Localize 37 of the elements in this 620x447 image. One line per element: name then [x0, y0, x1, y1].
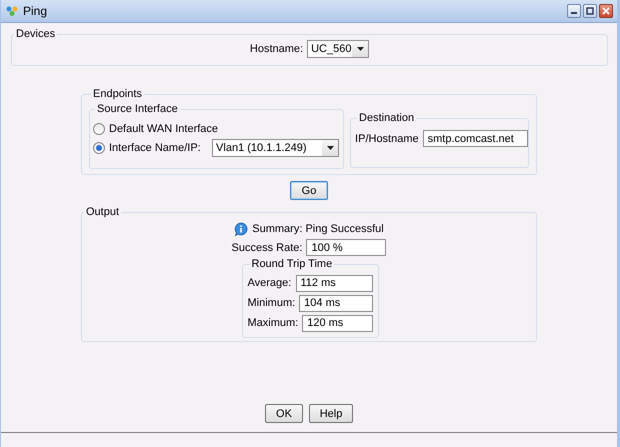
- field-label: Average:: [248, 277, 292, 289]
- field-label: Success Rate:: [232, 242, 302, 254]
- info-icon: [234, 222, 248, 236]
- minimize-button[interactable]: [567, 4, 581, 18]
- summary-text: Summary: Ping Successful: [252, 223, 384, 235]
- dialog-button[interactable]: Help: [309, 404, 353, 423]
- success-rate-field[interactable]: 100 %: [306, 239, 386, 256]
- radio-button[interactable]: [93, 122, 105, 134]
- panel-title: Source Interface: [96, 103, 179, 115]
- close-button[interactable]: [599, 4, 613, 18]
- dialog-button[interactable]: OK: [265, 404, 303, 423]
- field-label: IP/Hostname: [355, 132, 419, 144]
- radio-button[interactable]: [93, 142, 105, 154]
- panel-title: Destination: [358, 112, 416, 124]
- time-field[interactable]: 112 ms: [296, 274, 372, 292]
- panel-title: Round Trip Time: [250, 258, 334, 270]
- field-label: Minimum:: [248, 297, 296, 309]
- go-button[interactable]: Go: [290, 181, 328, 200]
- close-icon: [602, 7, 610, 15]
- interface-dropdown[interactable]: Vlan1 (10.1.1.249): [212, 138, 340, 156]
- hostname-field[interactable]: smtp.comcast.net: [422, 130, 528, 147]
- caret-icon: [356, 47, 364, 51]
- panel-title: Devices: [15, 28, 56, 40]
- time-field[interactable]: 120 ms: [302, 314, 372, 332]
- app-icon: [5, 5, 19, 17]
- hostname-dropdown[interactable]: UC_560: [307, 40, 370, 58]
- maximize-icon: [586, 7, 594, 15]
- radio-label[interactable]: Interface Name/IP:: [109, 142, 201, 154]
- time-field[interactable]: 104 ms: [299, 294, 372, 312]
- caret-icon: [326, 146, 334, 150]
- radio-label[interactable]: Default WAN Interface: [109, 122, 218, 134]
- maximize-button[interactable]: [583, 4, 597, 18]
- hostname-label: Hostname:: [250, 43, 304, 55]
- panel-title: Endpoints: [92, 88, 143, 100]
- field-label: Maximum:: [248, 317, 298, 329]
- window-title: Ping: [23, 4, 48, 18]
- panel-title: Output: [85, 206, 120, 218]
